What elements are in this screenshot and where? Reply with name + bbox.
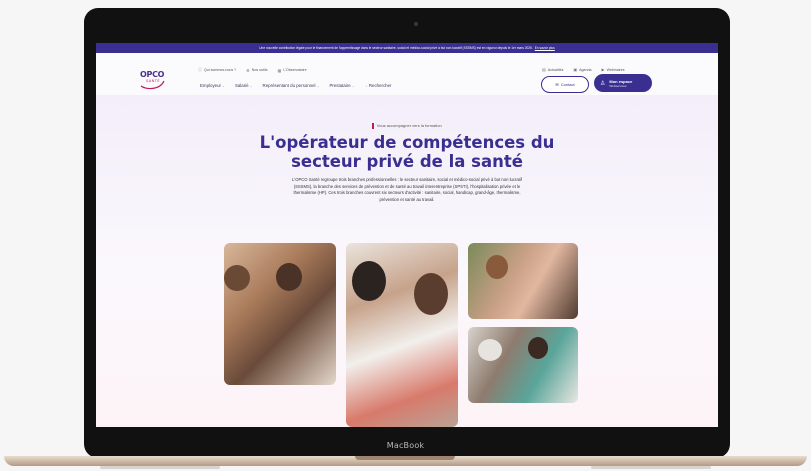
chevron-down-icon: ⌄ [351,84,355,88]
utility-link-nos-outils[interactable]: ⚙ Nos outils [246,67,267,73]
nav-item-representant[interactable]: Représentant du personnel⌄ [263,83,320,88]
chart-icon: ▦ [277,67,282,73]
search-icon: ⌕ [365,84,368,88]
account-subtitle: Webservices [609,83,627,88]
news-icon: ▤ [542,67,546,72]
utility-nav-right: ▤ Actualités ▣ Agenda ▶ Webinaires [542,67,625,72]
utility-link-webinaires[interactable]: ▶ Webinaires [602,67,625,72]
laptop-screen: Une nouvelle contribution légale pour le… [96,43,718,427]
photo-child-care [468,243,578,319]
laptop-foot-right [591,466,711,469]
announcement-text: Une nouvelle contribution légale pour le… [259,46,533,50]
contact-button[interactable]: ✉ Contact [541,76,589,93]
video-icon: ▶ [601,67,605,72]
nav-item-salarie[interactable]: Salarié⌄ [235,83,253,88]
utility-nav-left: ⓘ Qui sommes-nous ? ⚙ Nos outils ▦ L'Observ… [198,67,307,73]
search-link[interactable]: ⌕ Rechercher [365,83,392,88]
nav-item-prestataire[interactable]: Prestataire⌄ [329,83,354,88]
utility-link-actualites[interactable]: ▤ Actualités [542,67,563,72]
chevron-down-icon: ⌄ [316,84,320,88]
main-nav: Employeur⌄ Salarié⌄ Représentant du pers… [200,83,392,88]
hero-description: L'OPCO Santé regroupe trois branches pro… [292,177,522,202]
chevron-down-icon: ⌄ [249,84,253,88]
site-logo[interactable]: OPCO SANTÉ [138,66,166,90]
photo-consultation [224,243,336,385]
nav-item-employeur[interactable]: Employeur⌄ [200,83,225,88]
laptop-foot-left [100,466,220,469]
logo-subtext: SANTÉ [146,79,161,83]
account-button[interactable]: ♙ Mon espace Webservices [594,74,652,92]
tool-icon: ⚙ [246,67,250,73]
utility-link-observatoire[interactable]: ▦ L'Observatoire [278,67,307,73]
announcement-bar: Une nouvelle contribution légale pour le… [96,43,718,53]
site-header: OPCO SANTÉ ⓘ Qui sommes-nous ? ⚙ Nos outil… [96,53,718,95]
eyebrow-accent [372,123,374,129]
utility-link-qui-sommes-nous[interactable]: ⓘ Qui sommes-nous ? [198,67,236,73]
logo-text: OPCO [140,70,165,79]
laptop-hinge-notch [355,456,455,460]
announcement-link[interactable]: En savoir plus [535,46,555,50]
mail-icon: ✉ [555,82,559,87]
photo-medical-interview [346,243,458,427]
utility-link-agenda[interactable]: ▣ Agenda [573,67,591,72]
camera-icon [414,22,418,26]
hero-title: L'opérateur de compétences du secteur pr… [259,133,555,171]
calendar-icon: ▣ [573,67,578,72]
user-icon: ♙ [600,80,606,87]
photo-elderly-care [468,327,578,403]
device-brand-label: MacBook [386,441,425,450]
info-icon: ⓘ [198,67,202,72]
hero-eyebrow: Vous accompagner vers la formation [96,123,718,129]
chevron-down-icon: ⌄ [222,84,225,88]
